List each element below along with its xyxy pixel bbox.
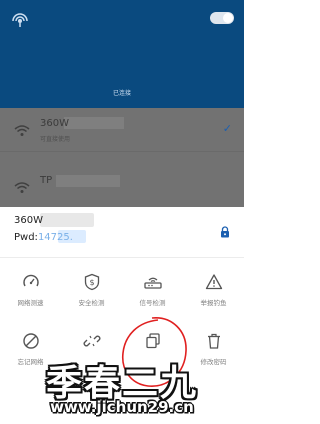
wifi-header: 已连接 (0, 0, 244, 108)
redacted-area (56, 175, 120, 187)
action-label: 网络测速 (17, 299, 44, 307)
trash-icon (183, 330, 244, 352)
copy-password-action[interactable] (122, 330, 183, 356)
security-check-action[interactable]: $ 安全检测 (61, 271, 122, 307)
wifi-toggle[interactable] (210, 12, 234, 24)
connected-check-icon: ✓ (222, 122, 232, 135)
svg-text:$: $ (89, 278, 94, 287)
network-name: 360W (40, 118, 69, 129)
network-item[interactable]: TP (0, 165, 244, 207)
copy-icon (122, 330, 183, 352)
action-label: 信号检测 (139, 299, 166, 307)
wifi-icon (14, 179, 30, 198)
password-line: Pwd:14725. (14, 232, 73, 243)
router-icon (122, 271, 183, 293)
warning-icon (183, 271, 244, 293)
redacted-area (40, 213, 94, 227)
wifi-icon (14, 122, 30, 141)
password-suffix: . (69, 232, 73, 243)
report-phishing-action[interactable]: 举报钓鱼 (183, 271, 244, 307)
shield-dollar-icon: $ (61, 271, 122, 293)
network-name: TP (40, 175, 53, 186)
signal-check-action[interactable]: 信号检测 (122, 271, 183, 307)
speed-test-action[interactable]: 网络测速 (0, 271, 61, 307)
toggle-knob (223, 13, 233, 23)
action-label: 安全检测 (78, 299, 105, 307)
speed-gauge-icon (0, 271, 61, 293)
redacted-area (64, 117, 124, 129)
network-subtitle: 可直接使用 (40, 136, 71, 143)
password-value[interactable]: 14725 (38, 232, 70, 243)
action-label: 举报钓鱼 (200, 299, 227, 307)
broken-link-icon (61, 330, 122, 352)
connection-status: 已连接 (112, 90, 131, 97)
divider (0, 151, 244, 152)
sheet-divider (0, 257, 244, 258)
network-item[interactable]: 360W 可直接使用 ✓ (0, 108, 244, 150)
sheet-network-name: 360W (14, 215, 43, 226)
password-label: Pwd: (14, 232, 38, 243)
disconnect-action[interactable] (61, 330, 122, 356)
lock-icon[interactable] (220, 223, 230, 242)
network-list: 360W 可直接使用 ✓ TP (0, 108, 244, 207)
forbidden-icon (0, 330, 61, 352)
wifi-signal-icon (10, 12, 30, 32)
watermark-url: www.jichun29.cn (50, 398, 194, 416)
